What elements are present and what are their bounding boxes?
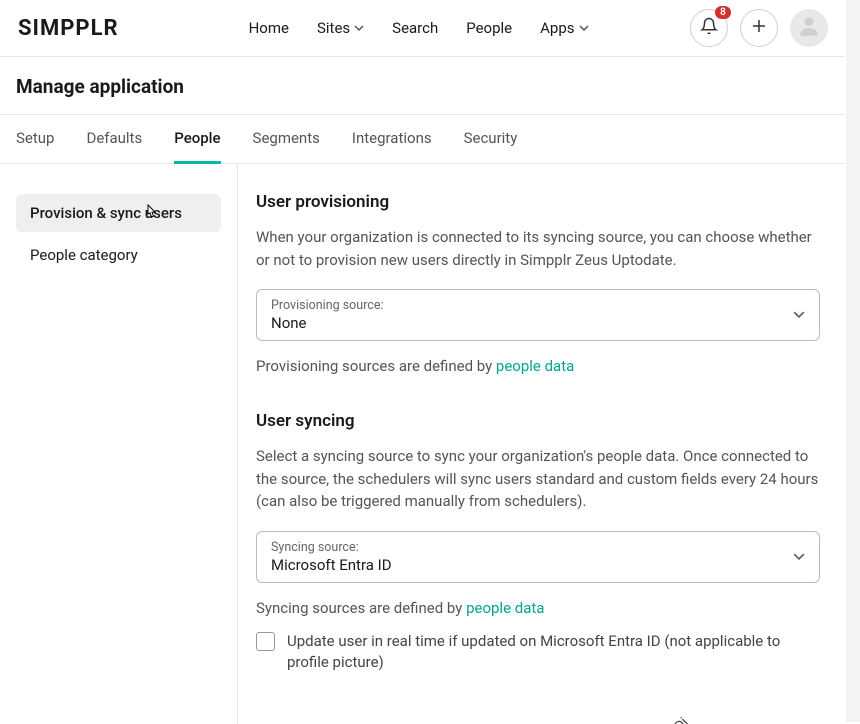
- tab-people[interactable]: People: [174, 115, 220, 164]
- chevron-down-icon: [793, 306, 805, 325]
- sidebar-item-people-category[interactable]: People category: [16, 236, 221, 274]
- topbar: SIMPPLR Home Sites Search People Apps 8: [0, 0, 844, 57]
- browser-scrollbar[interactable]: [846, 0, 860, 722]
- realtime-update-row: Update user in real time if updated on M…: [256, 631, 820, 675]
- page-title: Manage application: [16, 75, 828, 98]
- nav-people[interactable]: People: [466, 19, 512, 37]
- select-value: Microsoft Entra ID: [271, 556, 805, 574]
- tab-security[interactable]: Security: [464, 115, 518, 164]
- notification-badge: 8: [715, 6, 731, 19]
- select-label: Provisioning source:: [271, 298, 805, 313]
- section-desc-syncing: Select a syncing source to sync your org…: [256, 445, 820, 513]
- logo[interactable]: SIMPPLR: [16, 16, 119, 41]
- section-title-syncing: User syncing: [256, 411, 820, 431]
- cutoff-text: Di: [672, 715, 691, 724]
- top-nav: Home Sites Search People Apps: [249, 19, 589, 37]
- topbar-actions: 8: [690, 9, 828, 47]
- section-desc-provisioning: When your organization is connected to i…: [256, 226, 820, 271]
- content: User provisioning When your organization…: [238, 164, 844, 724]
- tab-setup[interactable]: Setup: [16, 115, 54, 164]
- people-data-link[interactable]: people data: [496, 357, 574, 375]
- page-header: Manage application: [0, 57, 844, 115]
- realtime-update-checkbox[interactable]: [256, 632, 275, 651]
- tab-integrations[interactable]: Integrations: [352, 115, 432, 164]
- section-title-provisioning: User provisioning: [256, 192, 820, 212]
- nav-sites[interactable]: Sites: [317, 19, 364, 37]
- logo-text: SIMPPLR: [18, 16, 119, 41]
- provisioning-source-select[interactable]: Provisioning source: None: [256, 289, 820, 341]
- provisioning-defined-by: Provisioning sources are defined by peop…: [256, 357, 820, 375]
- tab-defaults[interactable]: Defaults: [86, 115, 142, 164]
- syncing-source-select[interactable]: Syncing source: Microsoft Entra ID: [256, 531, 820, 583]
- chevron-down-icon: [354, 19, 364, 37]
- nav-apps[interactable]: Apps: [540, 19, 588, 37]
- tabs: Setup Defaults People Segments Integrati…: [0, 115, 844, 164]
- chevron-down-icon: [579, 19, 589, 37]
- people-data-link[interactable]: people data: [466, 599, 544, 617]
- add-button[interactable]: [740, 9, 778, 47]
- tab-segments[interactable]: Segments: [253, 115, 320, 164]
- syncing-defined-by: Syncing sources are defined by people da…: [256, 599, 820, 617]
- select-value: None: [271, 314, 805, 332]
- sidebar-item-provision-sync[interactable]: Provision & sync users: [16, 194, 221, 232]
- body: Provision & sync users People category U…: [0, 164, 844, 724]
- notifications-button[interactable]: 8: [690, 9, 728, 47]
- avatar[interactable]: [790, 9, 828, 47]
- nav-home[interactable]: Home: [249, 19, 289, 37]
- select-label: Syncing source:: [271, 540, 805, 555]
- nav-search[interactable]: Search: [392, 19, 438, 37]
- realtime-update-label: Update user in real time if updated on M…: [287, 631, 820, 675]
- plus-icon: [750, 17, 768, 39]
- sidebar: Provision & sync users People category: [0, 164, 238, 724]
- user-icon: [796, 13, 822, 43]
- bell-icon: [700, 17, 718, 39]
- chevron-down-icon: [793, 547, 805, 566]
